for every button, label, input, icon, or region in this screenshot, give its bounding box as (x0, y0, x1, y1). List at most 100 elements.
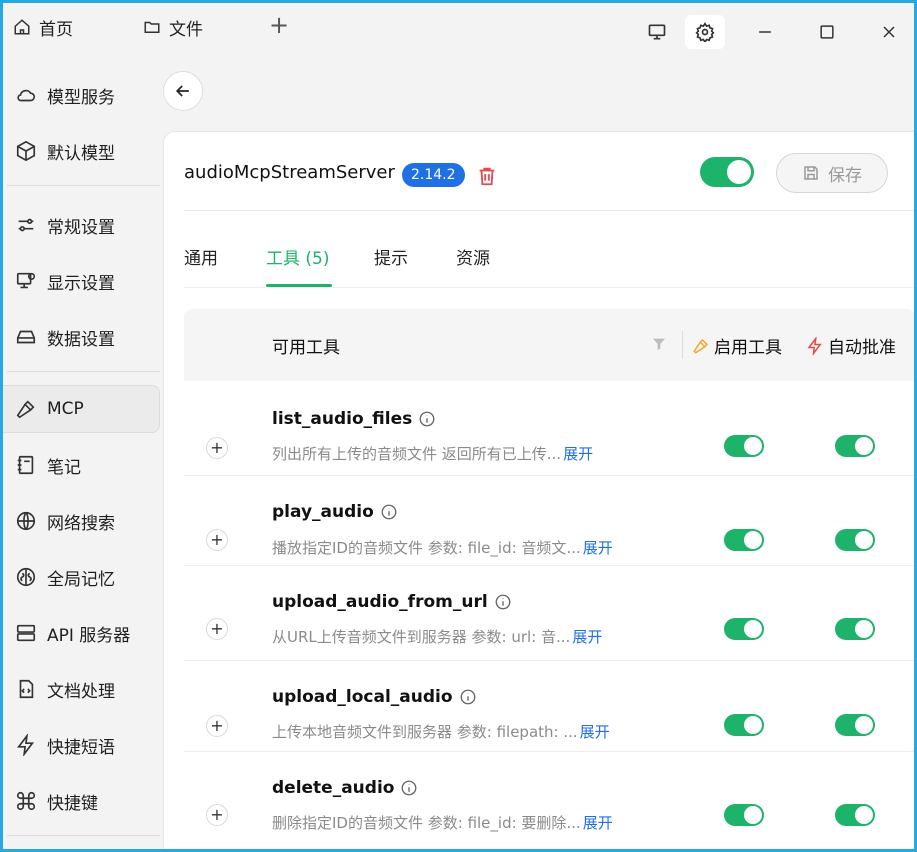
sidebar-item-label: 显示设置 (47, 273, 115, 294)
trash-icon[interactable] (476, 165, 498, 187)
tool-description: 播放指定ID的音频文件 参数: file_id: 音频文... 展开 (272, 537, 613, 558)
auto-approve-toggle[interactable] (835, 804, 875, 826)
maximize-button[interactable] (807, 15, 847, 49)
info-icon[interactable] (418, 410, 436, 428)
sidebar-item-quick-phrases[interactable]: 快捷短语 (3, 721, 160, 769)
gear-icon (695, 22, 715, 42)
sidebar-item-label: 数据设置 (47, 329, 115, 350)
sidebar-item-notes[interactable]: 笔记 (3, 441, 160, 489)
tab-prompts[interactable]: 提示 (374, 244, 408, 269)
column-header-enable: 启用工具 (692, 333, 782, 358)
auto-approve-toggle[interactable] (835, 618, 875, 640)
tool-description: 列出所有上传的音频文件 返回所有已上传... 展开 (272, 443, 593, 464)
sidebar-item-label: 快捷键 (47, 793, 98, 814)
note-icon (17, 455, 34, 475)
sidebar-item-label: 模型服务 (47, 87, 115, 108)
tab-resources[interactable]: 资源 (456, 244, 490, 269)
expand-row-button[interactable]: + (206, 618, 228, 640)
expand-description-link[interactable]: 展开 (572, 628, 602, 646)
sidebar-item-display-settings[interactable]: 显示设置 (3, 257, 160, 305)
auto-approve-toggle[interactable] (835, 435, 875, 457)
sidebar-item-shortcuts[interactable]: 快捷键 (3, 777, 160, 825)
add-tab-button[interactable]: + (269, 11, 289, 39)
tool-name-text: upload_audio_from_url (272, 592, 488, 612)
minimize-icon (759, 31, 771, 33)
sidebar-item-label: 笔记 (47, 457, 81, 478)
sidebar-item-general-settings[interactable]: 常规设置 (3, 201, 160, 249)
filter-icon[interactable] (651, 336, 667, 352)
command-icon (16, 791, 36, 811)
tabs-divider (184, 287, 914, 288)
auto-approve-toggle[interactable] (835, 714, 875, 736)
arrow-left-icon (175, 85, 189, 97)
auto-approve-toggle[interactable] (835, 529, 875, 551)
tool-description-text: 播放指定ID的音频文件 参数: file_id: 音频文... (272, 539, 581, 557)
settings-button[interactable] (685, 15, 725, 49)
sidebar-item-global-memory[interactable]: 全局记忆 (3, 553, 160, 601)
zap-icon (807, 336, 822, 355)
sidebar-item-data-settings[interactable]: 数据设置 (3, 313, 160, 361)
info-icon[interactable] (494, 593, 512, 611)
column-header-auto-approve: 自动批准 (806, 333, 896, 358)
back-button[interactable] (163, 71, 203, 111)
expand-description-link[interactable]: 展开 (580, 723, 610, 741)
tool-name: list_audio_files (272, 409, 436, 429)
info-icon[interactable] (400, 779, 418, 797)
column-header-auto-label: 自动批准 (828, 338, 896, 358)
expand-row-button[interactable]: + (206, 529, 228, 551)
sidebar-item-api-server[interactable]: API 服务器 (3, 609, 160, 657)
hammer-icon (693, 338, 709, 354)
sidebar-item-web-search[interactable]: 网络搜索 (3, 497, 160, 545)
sidebar-item-label: 常规设置 (47, 217, 115, 238)
tab-tools[interactable]: 工具 (5) (266, 244, 329, 269)
expand-description-link[interactable]: 展开 (583, 539, 613, 557)
enable-tool-toggle[interactable] (724, 804, 764, 826)
tool-description-text: 删除指定ID的音频文件 参数: file_id: 要删除... (272, 814, 581, 832)
table-row: + list_audio_files 列出所有上传的音频文件 返回所有已上传..… (184, 381, 914, 476)
sidebar-item-document-processing[interactable]: 文档处理 (3, 665, 160, 713)
expand-row-button[interactable]: + (206, 715, 228, 737)
enable-tool-toggle[interactable] (724, 618, 764, 640)
sidebar-item-mcp[interactable]: MCP (3, 385, 160, 433)
tool-description-text: 上传本地音频文件到服务器 参数: filepath: ... (272, 723, 578, 741)
brain-icon (16, 567, 36, 587)
expand-row-button[interactable]: + (206, 437, 228, 459)
tool-description-text: 从URL上传音频文件到服务器 参数: url: 音... (272, 628, 571, 646)
monitor-icon (648, 24, 666, 40)
tool-name: upload_audio_from_url (272, 592, 512, 612)
cube-icon (16, 140, 36, 162)
expand-row-button[interactable]: + (206, 804, 228, 826)
display-icon (16, 272, 36, 289)
column-header-enable-label: 启用工具 (714, 338, 782, 358)
sidebar: 模型服务 默认模型 常规设置 显示设置 数据设置 MCP 笔记 网络搜索 全局记… (3, 55, 160, 849)
tool-name-text: delete_audio (272, 778, 395, 798)
expand-description-link[interactable]: 展开 (583, 814, 613, 832)
version-badge: 2.14.2 (402, 163, 465, 187)
enable-tool-toggle[interactable] (724, 435, 764, 457)
enable-tool-toggle[interactable] (724, 714, 764, 736)
sidebar-item-label: MCP (47, 399, 84, 419)
close-button[interactable] (869, 15, 909, 49)
sidebar-item-model-service[interactable]: 模型服务 (3, 71, 160, 119)
info-icon[interactable] (459, 688, 477, 706)
save-button[interactable]: 保存 (776, 153, 888, 193)
globe-icon (16, 511, 36, 531)
header-divider (184, 210, 914, 211)
server-name: audioMcpStreamServer (184, 162, 395, 183)
sidebar-item-label: API 服务器 (47, 625, 131, 646)
server-icon (16, 624, 36, 642)
cloud-icon (17, 89, 36, 102)
sidebar-item-default-model[interactable]: 默认模型 (3, 127, 160, 175)
table-row: + delete_audio 删除指定ID的音频文件 参数: file_id: … (184, 752, 914, 849)
folder-icon (144, 21, 160, 33)
server-enable-toggle[interactable] (700, 157, 754, 187)
tab-home[interactable]: 首页 (13, 13, 73, 41)
monitor-button[interactable] (637, 15, 677, 49)
tab-files[interactable]: 文件 (143, 13, 203, 41)
sidebar-divider (7, 371, 160, 372)
expand-description-link[interactable]: 展开 (563, 445, 593, 463)
enable-tool-toggle[interactable] (724, 529, 764, 551)
minimize-button[interactable] (745, 15, 785, 49)
tab-general[interactable]: 通用 (184, 244, 218, 269)
info-icon[interactable] (380, 503, 398, 521)
